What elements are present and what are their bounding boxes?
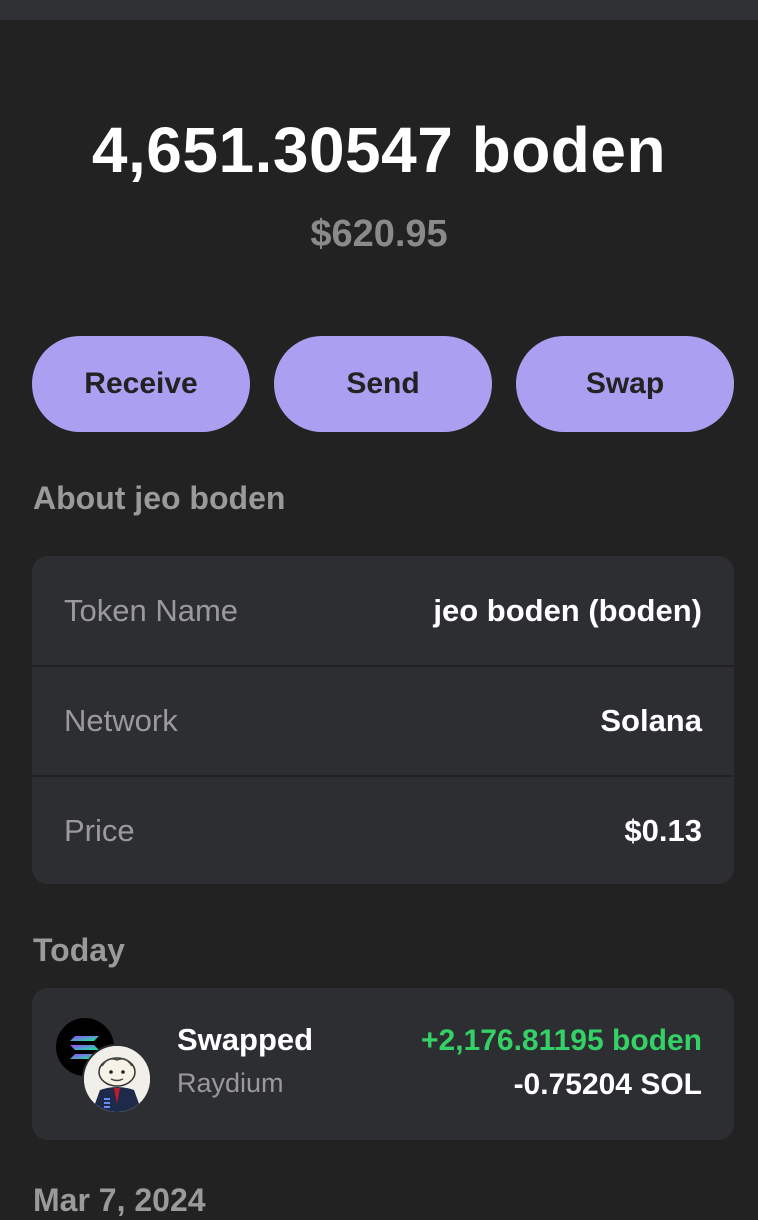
token-balance-usd: $620.95 — [310, 213, 448, 255]
info-value: Solana — [600, 702, 702, 738]
info-value: jeo boden (boden) — [433, 592, 702, 628]
transaction-amount-in: +2,176.81195 boden — [420, 1024, 702, 1057]
send-button[interactable]: Send — [274, 336, 492, 432]
info-row-price: Price $0.13 — [32, 775, 734, 884]
info-label: Price — [64, 812, 135, 848]
top-bar — [0, 0, 758, 20]
info-row-network: Network Solana — [32, 665, 734, 774]
receive-button[interactable]: Receive — [32, 336, 250, 432]
transaction-source: Raydium — [177, 1068, 284, 1098]
date-section-title: Mar 7, 2024 — [33, 1182, 206, 1218]
token-info-card: Token Name jeo boden (boden) Network Sol… — [32, 556, 734, 884]
info-label: Network — [64, 702, 178, 738]
transaction-item[interactable]: Swapped Raydium +2,176.81195 boden -0.75… — [32, 988, 734, 1140]
about-section-title: About jeo boden — [33, 480, 286, 516]
boden-token-icon — [82, 1044, 152, 1114]
transaction-title: Swapped — [177, 1022, 314, 1057]
today-section-title: Today — [33, 932, 125, 968]
swap-button[interactable]: Swap — [516, 336, 734, 432]
info-value: $0.13 — [624, 812, 702, 848]
action-buttons: Receive Send Swap — [32, 336, 734, 432]
info-label: Token Name — [64, 592, 239, 628]
info-row-token-name: Token Name jeo boden (boden) — [32, 556, 734, 665]
transaction-amount-out: -0.75204 SOL — [513, 1068, 702, 1101]
token-balance: 4,651.30547 boden — [91, 114, 667, 186]
